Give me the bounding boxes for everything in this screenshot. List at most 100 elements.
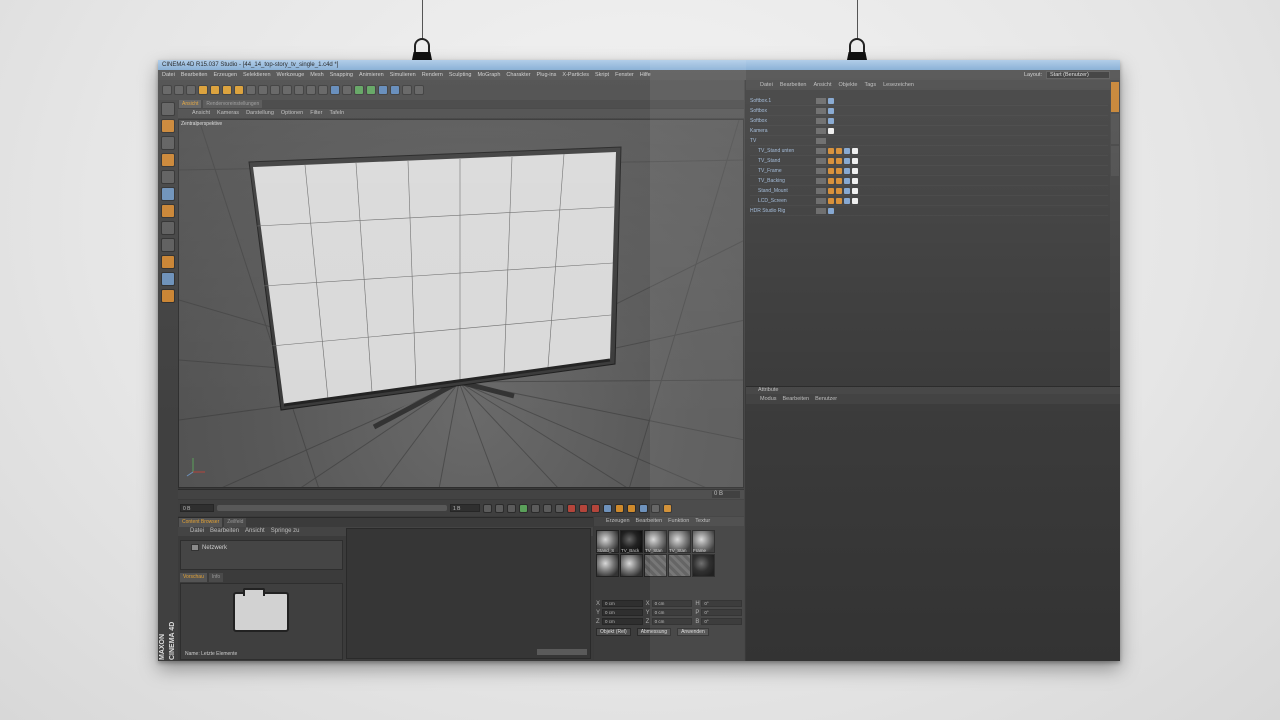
- menu-bearbeiten[interactable]: Bearbeiten: [181, 70, 208, 80]
- material-swatch[interactable]: TV_Stan: [644, 530, 667, 553]
- previous-frame-icon[interactable]: [507, 503, 516, 513]
- viewport-menu-darstellung[interactable]: Darstellung: [246, 109, 274, 118]
- menu-charakter[interactable]: Charakter: [506, 70, 530, 80]
- object-row[interactable]: Softbox: [750, 116, 1108, 126]
- apply-button[interactable]: Anwenden: [677, 628, 709, 636]
- texture-tag-icon[interactable]: [828, 177, 834, 184]
- menu-animieren[interactable]: Animieren: [359, 70, 384, 80]
- coordinate-field[interactable]: 0 cm: [651, 618, 693, 625]
- object-tag-icon[interactable]: [828, 207, 834, 214]
- visibility-toggle[interactable]: [816, 207, 826, 214]
- visibility-toggle[interactable]: [816, 157, 826, 164]
- live-select-icon[interactable]: [186, 85, 196, 95]
- model-mode-icon[interactable]: [161, 119, 175, 133]
- texture-tag-icon[interactable]: [836, 177, 842, 184]
- tab-content-browser[interactable]: Content Browser: [179, 518, 223, 527]
- layout-dropdown[interactable]: Start (Benutzer): [1046, 71, 1110, 79]
- object-row[interactable]: TV: [750, 136, 1108, 146]
- texture-mode-icon[interactable]: [161, 136, 175, 150]
- object-tag-icon[interactable]: [828, 107, 834, 114]
- coordinate-field[interactable]: 0 cm: [651, 600, 693, 607]
- rotate-tool-icon[interactable]: [222, 85, 232, 95]
- keyframe-selection-icon[interactable]: [591, 503, 600, 513]
- lock-workplane-icon[interactable]: [161, 272, 175, 286]
- next-frame-icon[interactable]: [531, 503, 540, 513]
- edges-mode-icon[interactable]: [161, 187, 175, 201]
- material-swatch[interactable]: Frame: [692, 530, 715, 553]
- current-frame-field[interactable]: 0 B: [712, 491, 740, 498]
- deformer-icon[interactable]: [378, 85, 388, 95]
- cb-menu-datei[interactable]: Datei: [190, 527, 204, 536]
- start-frame-field[interactable]: 0 B: [180, 504, 214, 512]
- sculpt-icon[interactable]: [161, 289, 175, 303]
- texture-tag-icon[interactable]: [836, 157, 842, 164]
- visibility-toggle[interactable]: [816, 177, 826, 184]
- tab-zeilfeld[interactable]: Zeilfeld: [224, 518, 247, 527]
- redo-icon[interactable]: [174, 85, 184, 95]
- object-tag-icon[interactable]: [844, 157, 850, 164]
- position-key-icon[interactable]: [603, 503, 612, 513]
- texture-tag-icon[interactable]: [828, 147, 834, 154]
- object-tag-icon[interactable]: [828, 97, 834, 104]
- cube-icon[interactable]: [330, 85, 340, 95]
- object-menu-tags[interactable]: Tags: [864, 80, 876, 90]
- pen-icon[interactable]: [342, 85, 352, 95]
- render-view-icon[interactable]: [294, 85, 304, 95]
- texture-tag-icon[interactable]: [828, 157, 834, 164]
- timeline-ruler[interactable]: 0 B: [178, 489, 744, 499]
- floor-icon[interactable]: [390, 85, 400, 95]
- attribute-menu-benutzer[interactable]: Benutzer: [815, 394, 837, 404]
- menu-snapping[interactable]: Snapping: [330, 70, 353, 80]
- material-menu-erzeugen[interactable]: Erzeugen: [606, 517, 630, 526]
- next-key-icon[interactable]: [543, 503, 552, 513]
- object-row[interactable]: Softbox.1: [750, 96, 1108, 106]
- menu-x-particles[interactable]: X-Particles: [562, 70, 589, 80]
- menu-fenster[interactable]: Fenster: [615, 70, 634, 80]
- material-swatch[interactable]: [668, 554, 691, 577]
- visibility-toggle[interactable]: [816, 147, 826, 154]
- x-axis-icon[interactable]: [246, 85, 256, 95]
- phong-tag-icon[interactable]: [852, 167, 858, 174]
- recent-tool-icon[interactable]: [234, 85, 244, 95]
- material-swatch[interactable]: [692, 554, 715, 577]
- tab-vorschau[interactable]: Vorschau: [180, 573, 207, 582]
- light-icon[interactable]: [414, 85, 424, 95]
- frame-range-slider[interactable]: [217, 505, 447, 511]
- object-row[interactable]: Kamera: [750, 126, 1108, 136]
- tweak-mode-icon[interactable]: [161, 238, 175, 252]
- array-icon[interactable]: [366, 85, 376, 95]
- object-row[interactable]: TV_Backing: [750, 176, 1108, 186]
- phong-tag-icon[interactable]: [852, 177, 858, 184]
- tab-render-settings[interactable]: Rendervoreinstellungen: [203, 100, 263, 108]
- scale-tool-icon[interactable]: [210, 85, 220, 95]
- menu-simulieren[interactable]: Simulieren: [390, 70, 416, 80]
- menu-selektieren[interactable]: Selektieren: [243, 70, 271, 80]
- visibility-toggle[interactable]: [816, 187, 826, 194]
- object-row[interactable]: TV_Stand unten: [750, 146, 1108, 156]
- coordinate-field[interactable]: 0°: [701, 609, 743, 616]
- visibility-toggle[interactable]: [816, 167, 826, 174]
- y-axis-icon[interactable]: [258, 85, 268, 95]
- menu-mesh[interactable]: Mesh: [310, 70, 323, 80]
- phong-tag-icon[interactable]: [828, 127, 834, 134]
- autokey-icon[interactable]: [579, 503, 588, 513]
- object-menu-bearbeiten[interactable]: Bearbeiten: [780, 80, 807, 90]
- parameter-key-icon[interactable]: [639, 503, 648, 513]
- cb-menu-bearbeiten[interactable]: Bearbeiten: [210, 527, 239, 536]
- go-to-end-icon[interactable]: [555, 503, 564, 513]
- texture-tag-icon[interactable]: [828, 197, 834, 204]
- content-browser-items[interactable]: [346, 528, 591, 659]
- object-menu-lesezeichen[interactable]: Lesezeichen: [883, 80, 914, 90]
- object-row[interactable]: HDR Studio Rig: [750, 206, 1108, 216]
- menu-rendern[interactable]: Rendern: [422, 70, 443, 80]
- viewport-menu-filter[interactable]: Filter: [310, 109, 322, 118]
- material-swatch[interactable]: [644, 554, 667, 577]
- phong-tag-icon[interactable]: [852, 187, 858, 194]
- previous-key-icon[interactable]: [495, 503, 504, 513]
- texture-tag-icon[interactable]: [836, 187, 842, 194]
- coordinate-field[interactable]: 0 cm: [602, 600, 643, 607]
- menu-werkzeuge[interactable]: Werkzeuge: [277, 70, 305, 80]
- attribute-menu-modus[interactable]: Modus: [760, 394, 777, 404]
- material-menu-bearbeiten[interactable]: Bearbeiten: [636, 517, 663, 526]
- phong-tag-icon[interactable]: [852, 197, 858, 204]
